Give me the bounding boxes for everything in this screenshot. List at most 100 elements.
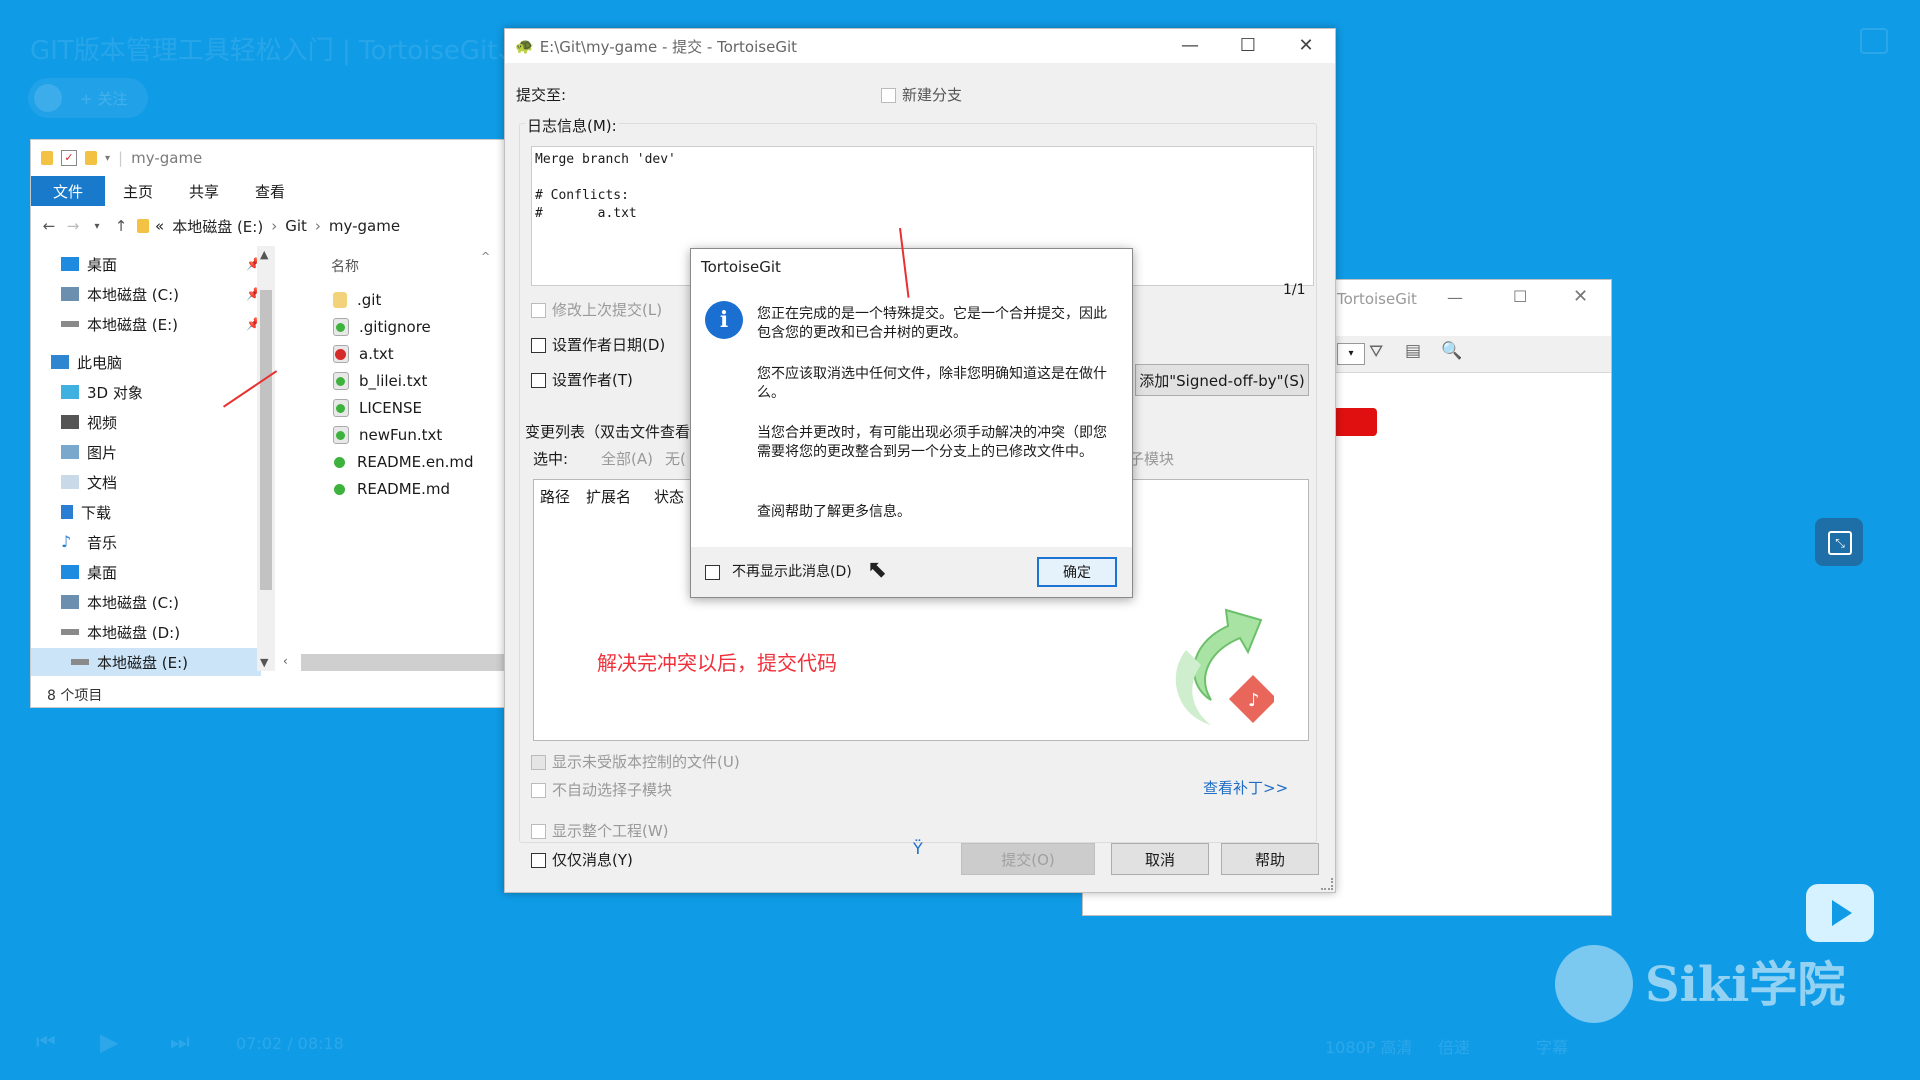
quality-selector[interactable]: 1080P 高清: [1325, 1034, 1412, 1058]
up-arrow-icon[interactable]: ↑: [109, 217, 133, 235]
new-branch-checkbox[interactable]: 新建分支: [881, 84, 962, 105]
nav-item-downloads[interactable]: 下载: [61, 498, 261, 526]
nav-item-drive-e-2[interactable]: 本地磁盘 (E:): [31, 648, 261, 676]
ok-button[interactable]: 确定: [1037, 557, 1117, 587]
filter-icon[interactable]: ⛛: [1369, 342, 1383, 362]
chevron-up-icon[interactable]: ▲: [260, 248, 268, 261]
chevron-down-icon[interactable]: ▾: [105, 153, 110, 164]
nav-item-desktop-2[interactable]: 桌面: [61, 558, 261, 586]
show-whole-project-checkbox[interactable]: 显示整个工程(W): [531, 820, 669, 841]
message-paragraph-4: 查阅帮助了解更多信息。: [757, 504, 911, 520]
view-patch-link[interactable]: 查看补丁>>: [1203, 777, 1288, 798]
submodule-link[interactable]: 子模块: [1129, 448, 1174, 469]
annotation-note: 解决完冲突以后，提交代码: [597, 651, 837, 675]
video-icon: [61, 415, 79, 429]
file-item[interactable]: newFun.txt: [333, 422, 442, 448]
chevron-down-icon[interactable]: ▼: [260, 656, 268, 669]
column-header-path[interactable]: 路径: [540, 486, 570, 507]
commit-button[interactable]: 提交(O): [961, 843, 1095, 875]
column-header-extension[interactable]: 扩展名: [586, 486, 631, 507]
nav-item-desktop[interactable]: 桌面 📌: [61, 250, 261, 278]
drive-icon: [61, 595, 79, 609]
navigation-pane: 桌面 📌 本地磁盘 (C:) 📌 本地磁盘 (E:) 📌 此电脑 3D 对象 视频 图…: [31, 246, 261, 676]
explorer-titlebar: ✓ ▾ | my-game: [31, 140, 506, 176]
file-item[interactable]: .git: [333, 287, 381, 313]
tab-share[interactable]: 共享: [171, 176, 237, 206]
breadcrumb-my-game[interactable]: my-game: [329, 217, 400, 235]
nav-scroll-thumb[interactable]: [260, 290, 272, 590]
nav-item-this-pc[interactable]: 此电脑: [51, 348, 251, 376]
column-header-status[interactable]: 状态: [654, 486, 684, 507]
minimize-button[interactable]: —: [1165, 35, 1215, 56]
select-all-link[interactable]: 全部(A): [601, 448, 653, 469]
horizontal-scrollbar[interactable]: [301, 654, 506, 671]
avatar: [34, 84, 62, 112]
nav-item-drive-c-2[interactable]: 本地磁盘 (C:): [61, 588, 261, 616]
nav-item-drive-d[interactable]: 本地磁盘 (D:): [61, 618, 261, 646]
nav-item-music[interactable]: ♪ 音乐: [61, 528, 261, 556]
file-item[interactable]: a.txt: [333, 341, 394, 367]
checkbox-icon[interactable]: ✓: [61, 150, 77, 166]
tab-view[interactable]: 查看: [237, 176, 303, 206]
close-button[interactable]: ✕: [1281, 35, 1331, 56]
file-item[interactable]: README.md: [333, 476, 450, 502]
help-button[interactable]: 帮助: [1221, 843, 1319, 875]
breadcrumb-drive[interactable]: 本地磁盘 (E:): [172, 216, 263, 237]
nav-item-drive-e[interactable]: 本地磁盘 (E:) 📌: [61, 310, 261, 338]
play-icon[interactable]: ▶: [100, 1028, 118, 1056]
tab-home[interactable]: 主页: [105, 176, 171, 206]
select-none-link[interactable]: 无(: [665, 448, 686, 469]
signed-off-by-button[interactable]: 添加"Signed-off-by"(S): [1135, 364, 1309, 396]
picture-in-picture-button[interactable]: ⤡: [1815, 518, 1863, 566]
nav-item-pictures[interactable]: 图片: [61, 438, 261, 466]
message-paragraph-1: 您正在完成的是一个特殊提交。它是一个合并提交，因此包含您的更改和已合并树的更改。: [757, 306, 1107, 341]
cancel-button[interactable]: 取消: [1111, 843, 1209, 875]
next-icon[interactable]: ⏭: [170, 1030, 190, 1055]
set-author-checkbox[interactable]: 设置作者(T): [531, 369, 633, 390]
column-header-name[interactable]: 名称: [331, 256, 359, 276]
nav-item-videos[interactable]: 视频: [61, 408, 261, 436]
minimize-button[interactable]: —: [1447, 288, 1463, 307]
back-arrow-icon[interactable]: ←: [37, 217, 61, 235]
drive-icon: [61, 629, 79, 635]
tortoise-icon: 🐢: [515, 37, 534, 55]
window-title: my-game: [131, 149, 203, 167]
desktop-icon: [61, 565, 79, 579]
cube-icon: [61, 385, 79, 399]
git-clean-icon: [333, 318, 349, 336]
speed-selector[interactable]: 倍速: [1438, 1034, 1470, 1058]
git-clean-icon: [333, 399, 349, 417]
forward-arrow-icon[interactable]: →: [61, 217, 85, 235]
file-item[interactable]: .gitignore: [333, 314, 431, 340]
message-only-checkbox[interactable]: 仅仅消息(Y): [531, 849, 633, 870]
subtitle-selector[interactable]: 字幕: [1536, 1034, 1568, 1058]
chevron-down-icon[interactable]: ▾: [85, 221, 109, 232]
set-author-date-checkbox[interactable]: 设置作者日期(D): [531, 334, 665, 355]
list-icon[interactable]: ▤: [1405, 341, 1421, 361]
file-item[interactable]: b_lilei.txt: [333, 368, 427, 394]
nav-item-drive-c[interactable]: 本地磁盘 (C:) 📌: [61, 280, 261, 308]
amend-checkbox[interactable]: 修改上次提交(L): [531, 299, 662, 320]
file-item[interactable]: LICENSE: [333, 395, 422, 421]
dont-show-again-checkbox[interactable]: 不再显示此消息(D): [705, 561, 852, 581]
tab-file[interactable]: 文件: [31, 176, 106, 206]
desktop-icon: [61, 257, 79, 271]
maximize-button[interactable]: ☐: [1223, 35, 1273, 56]
show-unversioned-checkbox[interactable]: 显示未受版本控制的文件(U): [531, 751, 740, 772]
nav-item-documents[interactable]: 文档: [61, 468, 261, 496]
close-button[interactable]: ✕: [1573, 286, 1588, 307]
breadcrumb-git[interactable]: Git: [285, 217, 307, 235]
chevron-left-icon[interactable]: ‹: [283, 654, 288, 668]
chevron-down-icon[interactable]: ▾: [1337, 343, 1365, 365]
maximize-button[interactable]: ☐: [1513, 287, 1527, 306]
tv-play-icon[interactable]: [1806, 884, 1874, 942]
message-paragraph-2: 您不应该取消选中任何文件，除非您明确知道这是在做什么。: [757, 366, 1107, 401]
resize-grip[interactable]: [1321, 878, 1333, 890]
folder-icon: [41, 151, 53, 165]
search-icon[interactable]: 🔍: [1441, 341, 1462, 361]
prev-icon[interactable]: ⏮: [36, 1030, 56, 1055]
file-item[interactable]: README.en.md: [333, 449, 474, 475]
video-control-bar: ⏮ ▶ ⏭ 07:02 / 08:18 1080P 高清 倍速 字幕: [0, 1010, 1920, 1080]
message-icon[interactable]: [1860, 28, 1888, 54]
no-auto-submodule-checkbox[interactable]: 不自动选择子模块: [531, 779, 672, 800]
